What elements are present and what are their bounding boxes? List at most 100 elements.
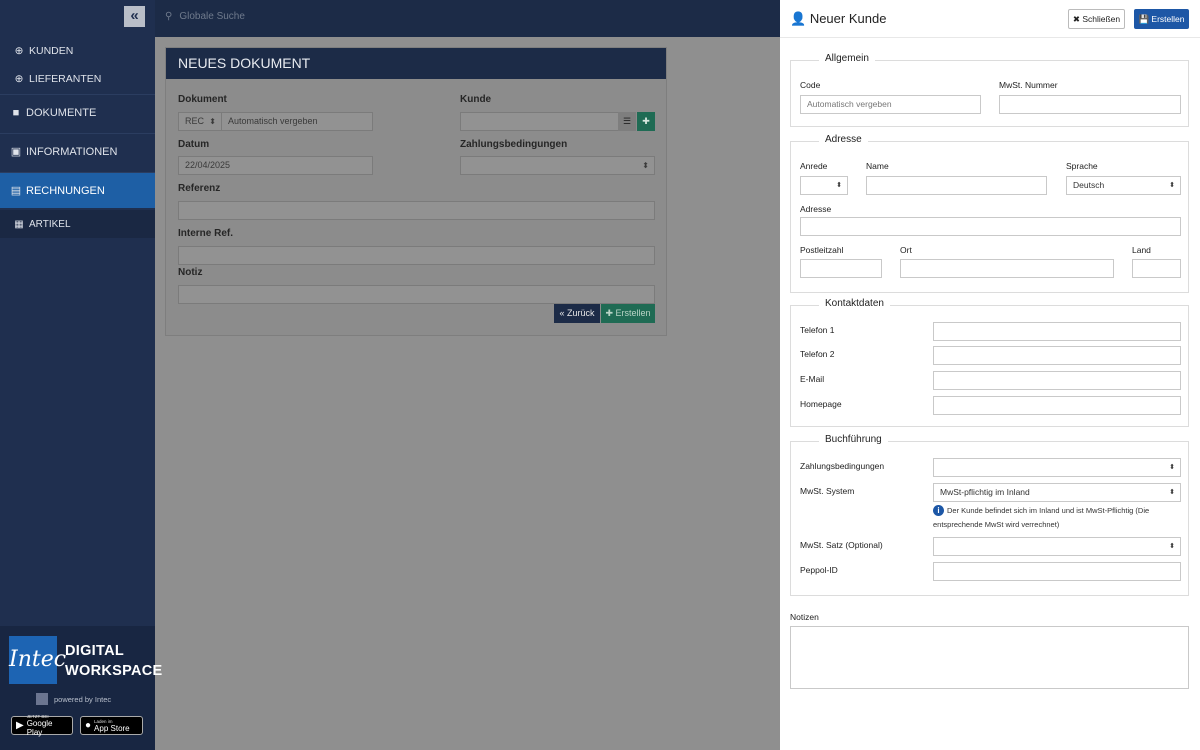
- adresse-label: Adresse: [800, 204, 832, 214]
- name-label: Name: [866, 161, 889, 171]
- create-document-button[interactable]: ✚ Erstellen: [601, 304, 655, 323]
- sidebar-item-rechnungen[interactable]: ▤ RECHNUNGEN: [0, 172, 155, 208]
- fieldset-adresse: Adresse Anrede ⬍ Name Sprache Deutsch ⬍ A…: [790, 134, 1189, 293]
- powered-by-text: powered by Intec: [54, 694, 112, 704]
- doc-type-select[interactable]: REC ⬍: [178, 112, 222, 131]
- plz-label: Postleitzahl: [800, 245, 844, 255]
- app-store-badge[interactable]: ● Laden im App Store: [80, 716, 143, 735]
- anrede-label: Anrede: [800, 161, 828, 171]
- sprache-select[interactable]: Deutsch ⬍: [1066, 176, 1181, 195]
- code-field[interactable]: Automatisch vergeben: [800, 95, 981, 114]
- list-icon[interactable]: ☰: [618, 112, 636, 131]
- telefon1-field[interactable]: [933, 322, 1181, 341]
- legend-kontaktdaten: Kontaktdaten: [819, 298, 890, 309]
- sidebar-item-dokumente[interactable]: ■ DOKUMENTE: [0, 94, 155, 130]
- select-arrows-icon: ⬍: [642, 161, 649, 170]
- ort-field[interactable]: [900, 259, 1114, 278]
- peppol-field[interactable]: [933, 562, 1181, 581]
- zahlungsbedingungen-select[interactable]: ⬍: [460, 156, 655, 175]
- sidebar-item-label: RECHNUNGEN: [26, 184, 105, 197]
- name-field[interactable]: [866, 176, 1047, 195]
- zahlungsbedingungen-label: Zahlungsbedingungen: [460, 139, 568, 150]
- select-arrows-icon: ⬍: [209, 117, 216, 126]
- new-document-card: NEUES DOKUMENT Dokument REC ⬍ Automatisch…: [165, 47, 667, 336]
- mwst-system-select[interactable]: MwSt-pflichtig im Inland ⬍: [933, 483, 1181, 502]
- referenz-label: Referenz: [178, 183, 221, 194]
- collapse-sidebar-icon[interactable]: «: [124, 6, 145, 27]
- land-label: Land: [1132, 245, 1151, 255]
- notizen-textarea[interactable]: [790, 626, 1189, 689]
- select-arrows-icon: ⬍: [1169, 489, 1175, 496]
- sidebar-item-artikel[interactable]: ▦ ARTIKEL: [0, 210, 155, 238]
- global-search[interactable]: ⚲ Globale Suche: [165, 11, 245, 22]
- badge-big-text: App Store: [94, 723, 130, 733]
- homepage-field[interactable]: [933, 396, 1181, 415]
- mwst-satz-label: MwSt. Satz (Optional): [800, 540, 883, 550]
- brand-title: DIGITAL WORKSPACE: [65, 641, 163, 681]
- telefon2-label: Telefon 2: [800, 349, 835, 359]
- legend-adresse: Adresse: [819, 134, 868, 145]
- brand-line-2: WORKSPACE: [65, 663, 163, 679]
- ort-label: Ort: [900, 245, 912, 255]
- land-field[interactable]: [1132, 259, 1181, 278]
- select-arrows-icon: ⬍: [836, 182, 842, 189]
- apple-icon: ●: [85, 720, 92, 731]
- homepage-label: Homepage: [800, 399, 842, 409]
- telefon2-field[interactable]: [933, 346, 1181, 365]
- powered-by: powered by Intec: [36, 693, 111, 705]
- kunde-field[interactable]: [460, 112, 620, 131]
- sidebar-item-kunden[interactable]: ⊕ KUNDEN: [0, 41, 155, 61]
- referenz-field[interactable]: [178, 201, 655, 220]
- adresse-field[interactable]: [800, 217, 1181, 236]
- sidebar-item-informationen[interactable]: ▣ INFORMATIONEN: [0, 133, 155, 169]
- add-customer-icon[interactable]: ✚: [637, 112, 655, 131]
- mwst-hint: i Der Kunde befindet sich im Inland und i…: [933, 504, 1183, 532]
- plus-circle-icon: ⊕: [14, 73, 24, 85]
- interne-ref-field[interactable]: [178, 246, 655, 265]
- intec-logo: Intec: [9, 636, 66, 684]
- info-icon: i: [933, 505, 944, 516]
- select-arrows-icon: ⬍: [1169, 543, 1175, 550]
- notiz-label: Notiz: [178, 267, 203, 278]
- sidebar-item-lieferanten[interactable]: ⊕ LIEFERANTEN: [0, 69, 155, 89]
- mwst-satz-select[interactable]: ⬍: [933, 537, 1181, 556]
- legend-buchfuehrung: Buchführung: [819, 434, 888, 445]
- telefon1-label: Telefon 1: [800, 325, 835, 335]
- search-input[interactable]: Globale Suche: [179, 11, 245, 22]
- doc-number-field[interactable]: Automatisch vergeben: [221, 112, 373, 131]
- notizen-label: Notizen: [790, 612, 819, 622]
- anrede-select[interactable]: ⬍: [800, 176, 848, 195]
- sprache-label: Sprache: [1066, 161, 1098, 171]
- topbar: ⚲ Globale Suche: [155, 0, 780, 37]
- code-label: Code: [800, 80, 821, 90]
- kunde-label: Kunde: [460, 94, 492, 105]
- select-arrows-icon: ⬍: [1169, 182, 1175, 189]
- fieldset-allgemein: Allgemein Code Automatisch vergeben MwSt…: [790, 53, 1189, 127]
- search-icon: ⚲: [165, 11, 173, 22]
- grid-icon: ▦: [14, 218, 24, 230]
- zahlungsbedingungen-select[interactable]: ⬍: [933, 458, 1181, 477]
- hint-line-2: entsprechende MwSt wird verrechnet): [933, 520, 1060, 529]
- brand-line-1: DIGITAL: [65, 643, 125, 659]
- sidebar-item-label: INFORMATIONEN: [26, 145, 118, 158]
- panel-title: 👤 Neuer Kunde: [790, 11, 886, 27]
- badge-big-text: Google Play: [26, 719, 53, 737]
- panel-title-text: Neuer Kunde: [809, 11, 887, 26]
- plz-field[interactable]: [800, 259, 882, 278]
- date-field[interactable]: 22/04/2025: [178, 156, 373, 175]
- dokument-label: Dokument: [178, 94, 227, 105]
- google-play-badge[interactable]: ▶ JETZT BEI Google Play: [11, 714, 73, 737]
- notiz-field[interactable]: [178, 285, 655, 304]
- sidebar-item-label: KUNDEN: [29, 45, 74, 57]
- plus-circle-icon: ⊕: [14, 45, 24, 57]
- create-customer-button[interactable]: 💾 Erstellen: [1134, 9, 1189, 29]
- close-button[interactable]: ✖ Schließen: [1068, 9, 1125, 29]
- user-icon: 👤: [790, 11, 807, 26]
- vat-number-field[interactable]: [999, 95, 1181, 114]
- email-field[interactable]: [933, 371, 1181, 390]
- card-title: NEUES DOKUMENT: [166, 48, 666, 79]
- sidebar-item-label: LIEFERANTEN: [29, 73, 102, 85]
- google-play-icon: ▶: [16, 720, 24, 731]
- back-button[interactable]: « Zurück: [554, 304, 600, 323]
- legend-allgemein: Allgemein: [819, 53, 875, 64]
